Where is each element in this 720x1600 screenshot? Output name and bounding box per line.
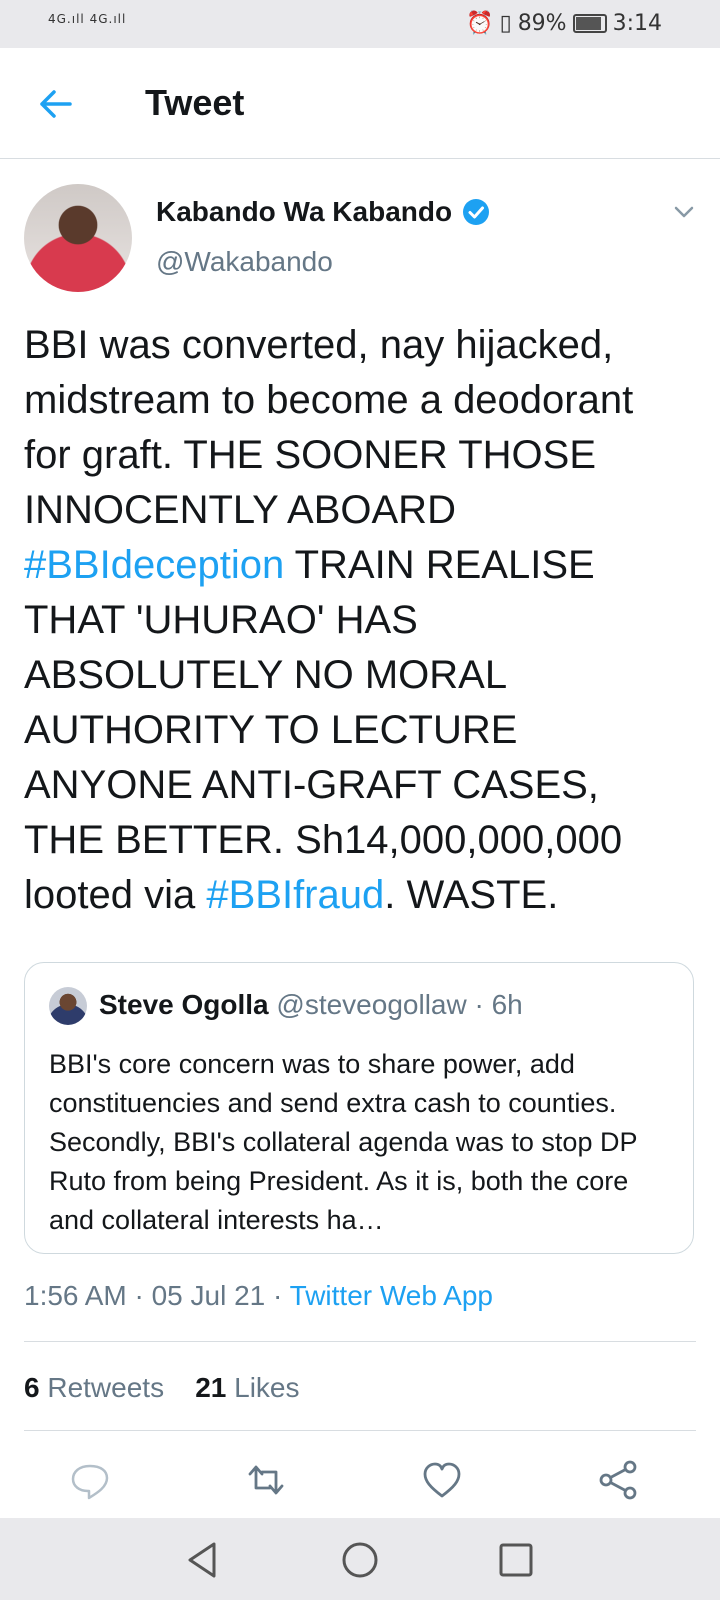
app-header: Tweet [0, 48, 720, 159]
nav-home-icon[interactable] [338, 1538, 382, 1582]
tweet-text: BBI was converted, nay hijacked, midstre… [24, 318, 684, 923]
tweet-source-link[interactable]: Twitter Web App [290, 1280, 493, 1311]
back-arrow-icon[interactable] [36, 84, 76, 124]
battery-icon [572, 14, 607, 33]
quoted-author-avatar [49, 987, 87, 1025]
quoted-tweet-card[interactable]: Steve Ogolla @steveogollaw · 6h BBI's co… [24, 962, 694, 1254]
author-handle[interactable]: @Wakabando [156, 246, 333, 278]
quoted-author-name: Steve Ogolla [99, 989, 269, 1020]
author-name[interactable]: Kabando Wa Kabando [156, 196, 452, 228]
retweets-count: 6 [24, 1372, 40, 1403]
signal-indicator: 4G.ıll 4G.ıll [48, 12, 127, 26]
tweet-text-part: TRAIN REALISE THAT 'UHURAO' HAS ABSOLUTE… [24, 543, 623, 917]
status-bar: 4G.ıll 4G.ıll ⏰ ▯ 89% 3:14 [0, 0, 720, 48]
like-icon[interactable] [420, 1458, 464, 1502]
verified-badge-icon [463, 199, 490, 225]
share-icon[interactable] [596, 1458, 640, 1502]
tweet-timestamp: 1:56 AM · 05 Jul 21 · [24, 1280, 290, 1311]
retweet-icon[interactable] [244, 1458, 288, 1502]
tweet-timestamp-row: 1:56 AM · 05 Jul 21 · Twitter Web App [24, 1280, 493, 1312]
status-right-group: ⏰ ▯ 89% 3:14 [466, 11, 662, 36]
divider [24, 1341, 696, 1342]
divider [24, 1430, 696, 1431]
author-name-row[interactable]: Kabando Wa Kabando [156, 196, 490, 228]
tweet-text-part: . WASTE. [384, 873, 559, 917]
alarm-icon: ⏰ [466, 11, 494, 36]
engagement-stats: 6 Retweets 21 Likes [24, 1372, 300, 1404]
likes-count: 21 [195, 1372, 227, 1403]
hashtag-link[interactable]: #BBIdeception [24, 543, 284, 587]
likes-label: Likes [234, 1372, 300, 1403]
system-navigation-bar [0, 1518, 720, 1600]
retweets-label: Retweets [47, 1372, 165, 1403]
tweet-text-part: BBI was converted, nay hijacked, midstre… [24, 323, 634, 532]
hashtag-link[interactable]: #BBIfraud [206, 873, 384, 917]
quoted-tweet-text: BBI's core concern was to share power, a… [49, 1049, 637, 1235]
nav-recents-icon[interactable] [494, 1538, 538, 1582]
chevron-down-icon[interactable] [672, 200, 696, 224]
likes-stat[interactable]: 21 Likes [195, 1372, 299, 1403]
quoted-tweet-age: · 6h [474, 989, 523, 1020]
battery-percent: 89% [517, 11, 567, 36]
vibrate-icon: ▯ [499, 11, 512, 36]
quoted-author-handle: @steveogollaw [276, 989, 467, 1020]
quoted-tweet-header: Steve Ogolla @steveogollaw · 6h [99, 989, 523, 1021]
page-title: Tweet [145, 82, 245, 123]
reply-icon[interactable] [68, 1458, 112, 1502]
retweets-stat[interactable]: 6 Retweets [24, 1372, 164, 1403]
author-avatar[interactable] [24, 184, 132, 292]
nav-back-icon[interactable] [182, 1538, 226, 1582]
clock: 3:14 [612, 11, 662, 36]
